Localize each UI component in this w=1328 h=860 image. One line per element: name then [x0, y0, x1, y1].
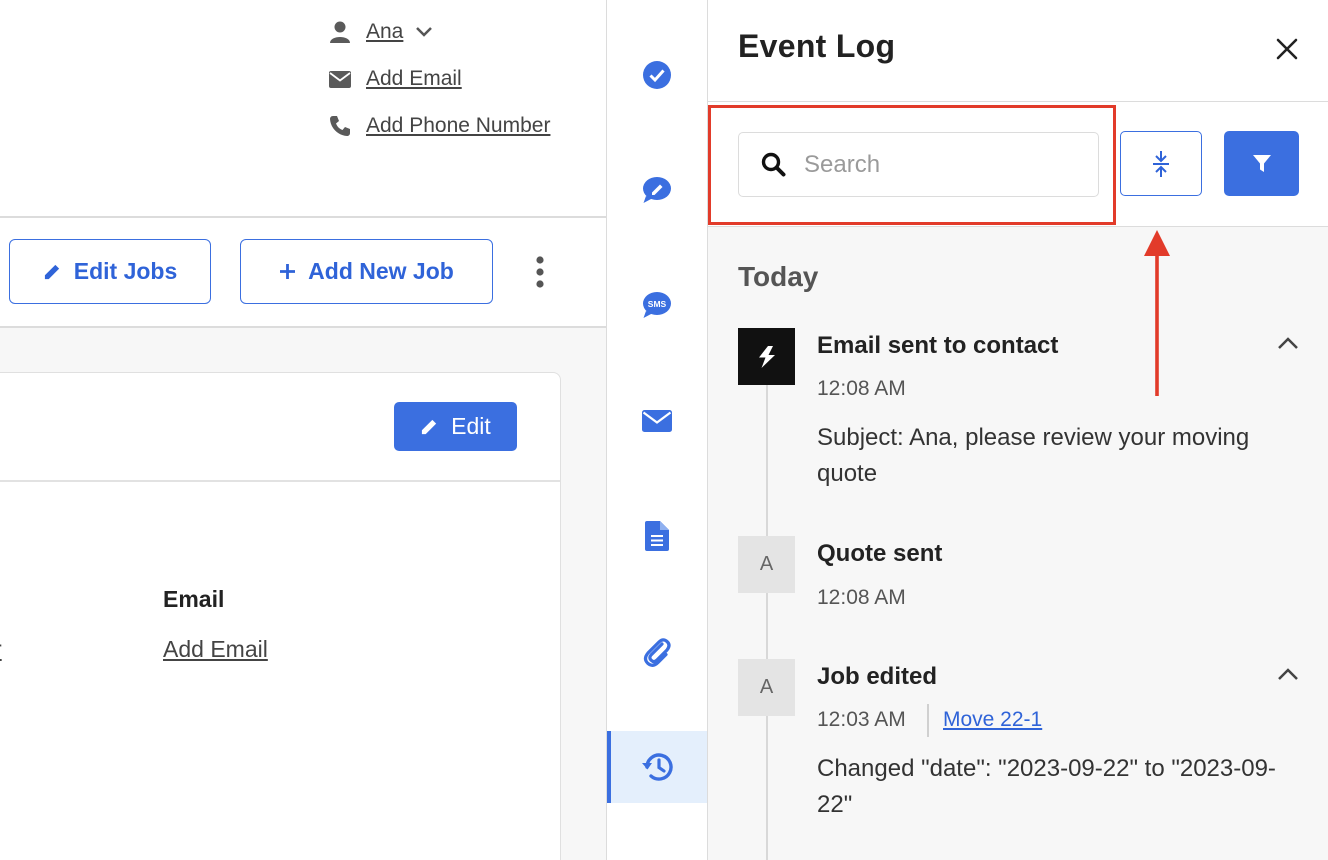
chat-edit-icon	[642, 176, 672, 204]
panel-title: Event Log	[738, 28, 896, 64]
event-title: Quote sent	[817, 540, 943, 567]
edit-button[interactable]: Edit	[394, 402, 517, 451]
collapse-all-button[interactable]	[1120, 131, 1202, 196]
card-add-email-link[interactable]: Add Email	[163, 636, 268, 663]
time-separator	[927, 704, 929, 737]
timeline-line	[766, 385, 768, 860]
side-rail: SMS	[606, 0, 708, 860]
pencil-icon	[43, 262, 62, 281]
annotation-arrow-icon	[1140, 226, 1174, 398]
event-time: 12:03 AM	[817, 708, 906, 731]
email-heading: Email	[163, 586, 225, 612]
job-link[interactable]: Move 22-1	[943, 708, 1042, 732]
job-details-pane: Ana Add Email Add Phone Number Edit Jobs…	[0, 0, 606, 860]
event-title: Email sent to contact	[817, 332, 1059, 359]
add-email-link[interactable]: Add Email	[366, 67, 462, 91]
add-phone-link[interactable]: Add Phone Number	[366, 114, 550, 138]
clipped-link[interactable]: r	[0, 636, 2, 663]
more-options-icon[interactable]	[532, 256, 548, 288]
history-tab[interactable]	[607, 732, 707, 802]
event-title: Job edited	[817, 663, 938, 690]
divider	[0, 216, 606, 218]
collapse-icon	[1151, 150, 1171, 178]
add-email-row[interactable]: Add Email	[328, 67, 462, 91]
phone-icon	[328, 115, 352, 137]
event-log-panel: Event Log Today Email sent to conta	[708, 0, 1328, 860]
sms-tab[interactable]: SMS	[607, 270, 707, 340]
email-tab[interactable]	[607, 386, 707, 456]
document-icon	[645, 521, 669, 551]
edit-jobs-button[interactable]: Edit Jobs	[9, 239, 211, 304]
contact-name[interactable]: Ana	[366, 20, 403, 44]
pencil-icon	[420, 417, 439, 436]
attachments-tab[interactable]	[607, 617, 707, 687]
documents-tab[interactable]	[607, 501, 707, 571]
event-body: Subject: Ana, please review your moving …	[817, 424, 1250, 487]
history-icon	[641, 752, 673, 782]
envelope-icon	[642, 410, 672, 432]
contact-name-row[interactable]: Ana	[328, 20, 433, 44]
section-heading-today: Today	[738, 261, 819, 292]
user-icon	[328, 21, 352, 43]
plus-icon	[279, 263, 296, 280]
brand-logo-icon	[738, 328, 795, 385]
add-new-job-button[interactable]: Add New Job	[240, 239, 493, 304]
add-phone-row[interactable]: Add Phone Number	[328, 114, 550, 138]
chevron-down-icon[interactable]	[415, 26, 433, 38]
avatar: A	[738, 536, 795, 593]
tasks-tab[interactable]	[607, 40, 707, 110]
chevron-up-icon[interactable]	[1277, 667, 1299, 681]
filter-icon	[1252, 154, 1272, 174]
avatar: A	[738, 659, 795, 716]
event-log-header: Event Log	[708, 0, 1328, 102]
close-icon[interactable]	[1275, 37, 1299, 61]
notes-tab[interactable]	[607, 155, 707, 225]
event-time: 12:08 AM	[817, 377, 906, 400]
event-time: 12:08 AM	[817, 586, 906, 609]
paperclip-icon	[643, 637, 671, 667]
envelope-icon	[328, 70, 352, 88]
chevron-up-icon[interactable]	[1277, 336, 1299, 350]
annotation-highlight-box	[708, 105, 1116, 225]
check-circle-icon	[642, 60, 672, 90]
event-log-toolbar	[708, 102, 1328, 227]
card-divider	[0, 480, 560, 482]
event-body: Changed "date": "2023-09-22" to "2023-09…	[817, 755, 1276, 818]
svg-text:SMS: SMS	[648, 299, 667, 309]
edit-jobs-label: Edit Jobs	[73, 258, 178, 284]
filter-button[interactable]	[1224, 131, 1299, 196]
sms-icon: SMS	[642, 291, 672, 319]
add-new-job-label: Add New Job	[308, 258, 454, 284]
edit-label: Edit	[451, 413, 491, 439]
